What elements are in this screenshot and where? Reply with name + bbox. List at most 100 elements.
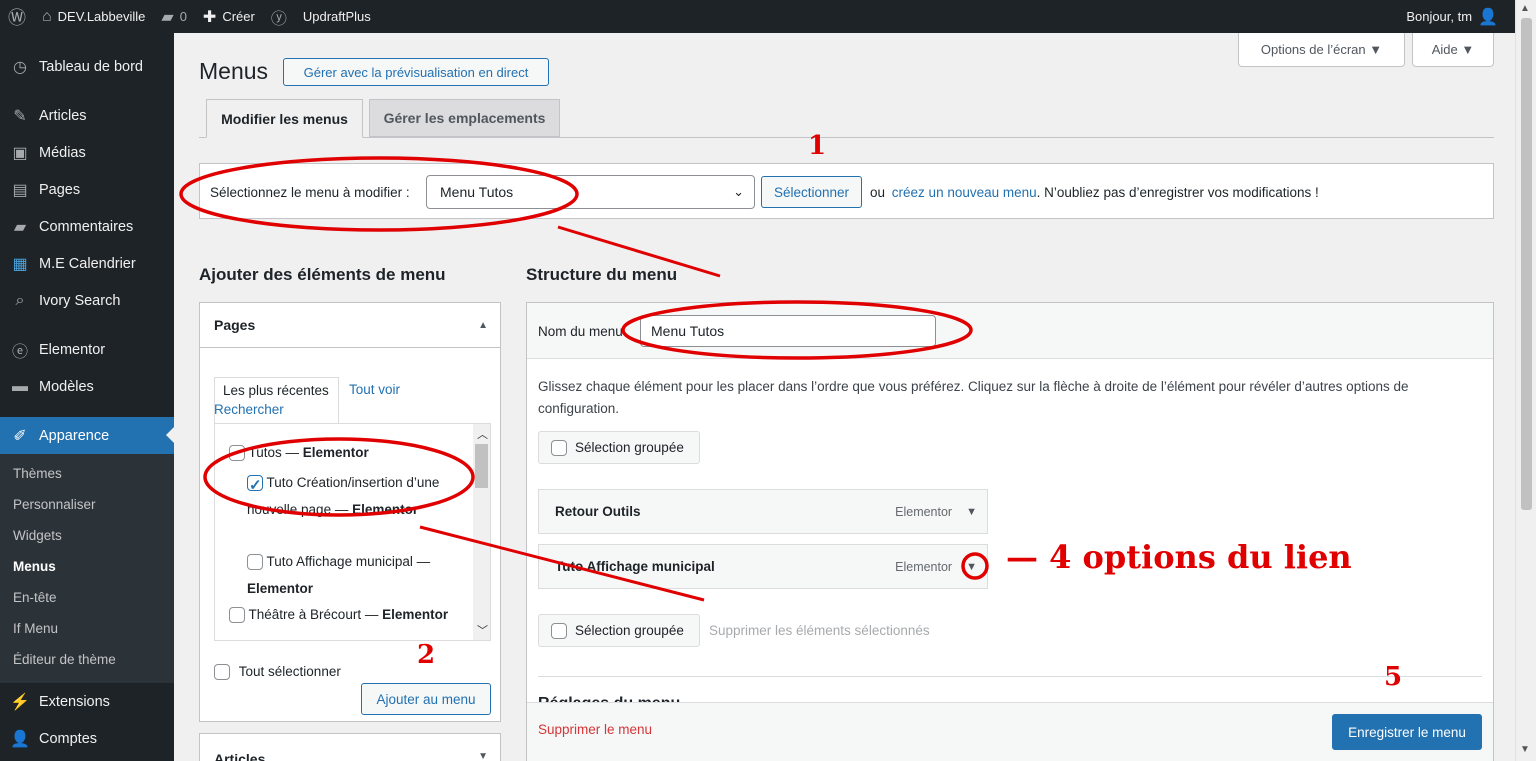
site-name-link[interactable]: ⌂ DEV.Labbeville: [34, 0, 153, 33]
list-item[interactable]: Tuto Création/insertion d’une nouvelle p…: [247, 470, 457, 523]
admin-sidebar: ◷ Tableau de bord ✎ Articles ▣ Médias ▤ Page…: [0, 33, 174, 761]
brush-icon: ✐: [13, 427, 27, 445]
sidebar-item-calendar[interactable]: ▦ M.E Calendrier: [0, 245, 174, 282]
collapse-arrow-icon[interactable]: ▲: [478, 320, 488, 331]
create-new-menu-link[interactable]: créez un nouveau menu: [892, 185, 1037, 200]
delete-menu-link[interactable]: Supprimer le menu: [538, 722, 652, 737]
scrollbar-thumb[interactable]: [475, 444, 488, 488]
menu-item-type: Elementor: [895, 559, 953, 574]
sidebar-item-appearance[interactable]: ✐ Apparence: [0, 417, 174, 454]
menu-select-dropdown[interactable]: Menu Tutos ⌄: [426, 175, 755, 209]
tab-edit-menus[interactable]: Modifier les menus: [206, 99, 363, 138]
sidebar-item-pages[interactable]: ▤ Pages: [0, 171, 174, 208]
select-all-checkbox[interactable]: [214, 664, 230, 681]
submenu-widgets[interactable]: Widgets: [0, 520, 174, 551]
submenu-customize[interactable]: Personnaliser: [0, 489, 174, 520]
menu-name-value: Menu Tutos: [651, 323, 725, 339]
tabs-baseline: [199, 137, 1494, 138]
list-item[interactable]: Théâtre à Brécourt — Elementor: [229, 602, 449, 629]
annotation-options-label: — 4 options du lien: [1006, 538, 1352, 576]
tab-search[interactable]: Rechercher: [214, 402, 284, 417]
sidebar-item-templates[interactable]: ▬ Modèles: [0, 368, 174, 405]
folder-icon: ▬: [12, 377, 28, 395]
checkbox-checked[interactable]: [247, 473, 263, 500]
bulk-select-checkbox[interactable]: [551, 439, 567, 456]
bulk-select-checkbox[interactable]: [551, 622, 567, 639]
select-all-control[interactable]: Tout sélectionner: [214, 664, 341, 681]
sidebar-item-comments[interactable]: ▰ Commentaires: [0, 208, 174, 245]
comments-link[interactable]: ▰ 0: [153, 0, 195, 33]
bulk-select-label: Sélection groupée: [575, 440, 684, 455]
page-scrollbar[interactable]: ▲ ▼: [1515, 0, 1536, 761]
bulk-select-label: Sélection groupée: [575, 623, 684, 638]
sidebar-item-ivory-search[interactable]: ⌕ Ivory Search: [0, 282, 174, 319]
save-menu-button[interactable]: Enregistrer le menu: [1332, 714, 1482, 750]
menu-item-type: Elementor: [895, 504, 953, 519]
pages-metabox-header[interactable]: Pages ▲: [200, 303, 500, 348]
articles-metabox-title: Articles: [214, 751, 266, 761]
sidebar-item-articles[interactable]: ✎ Articles: [0, 97, 174, 134]
expand-arrow-icon[interactable]: ▼: [478, 751, 488, 761]
scroll-up-arrow-icon[interactable]: ︿: [477, 426, 488, 442]
sidebar-item-dashboard[interactable]: ◷ Tableau de bord: [0, 48, 174, 85]
user-icon: 👤: [1478, 8, 1498, 26]
checklist-scrollbar[interactable]: ︿ ﹀: [473, 424, 490, 640]
expand-arrow-icon[interactable]: ▼: [966, 561, 977, 573]
pages-checklist: ︿ ﹀ Tutos — Elementor Tuto Création/inse…: [214, 423, 491, 641]
new-content-link[interactable]: ✚ Créer: [195, 0, 263, 33]
bulk-select-button[interactable]: Sélection groupée: [538, 431, 700, 464]
checkbox[interactable]: [229, 445, 245, 462]
expand-arrow-icon[interactable]: ▼: [966, 506, 977, 518]
user-icon: 👤: [10, 730, 30, 748]
submenu-themes[interactable]: Thèmes: [0, 458, 174, 489]
sidebar-item-media[interactable]: ▣ Médias: [0, 134, 174, 171]
submenu-theme-editor[interactable]: Éditeur de thème: [0, 644, 174, 675]
scroll-down-arrow-icon[interactable]: ﹀: [477, 622, 488, 638]
tab-view-all[interactable]: Tout voir: [349, 382, 400, 397]
select-all-label: Tout sélectionner: [238, 664, 341, 679]
plugin-icon: ⚡: [10, 693, 30, 711]
yoast-icon[interactable]: ⓨ: [263, 0, 295, 33]
search-icon: ⌕: [15, 291, 25, 309]
dashboard-icon: ◷: [13, 58, 27, 76]
menu-name-input[interactable]: Menu Tutos: [640, 315, 936, 347]
list-item[interactable]: Tuto Affichage municipal — Elementor: [247, 549, 457, 602]
screen-options-button[interactable]: Options de l’écran ▼: [1238, 33, 1405, 67]
scroll-up-arrow-icon[interactable]: ▲: [1520, 3, 1530, 14]
annotation-number-2: 2: [417, 640, 436, 670]
checkbox[interactable]: [229, 607, 245, 624]
delete-selected-link[interactable]: Supprimer les éléments sélectionnés: [709, 623, 930, 638]
wordpress-logo-icon[interactable]: Ⓦ: [0, 0, 34, 33]
annotation-number-1: 1: [808, 131, 827, 161]
sidebar-item-accounts[interactable]: 👤 Comptes: [0, 720, 174, 757]
articles-metabox[interactable]: Articles ▼: [199, 733, 501, 761]
menu-item[interactable]: Tuto Affichage municipal Elementor ▼: [538, 544, 988, 589]
submenu-header[interactable]: En-tête: [0, 582, 174, 613]
live-preview-button[interactable]: Gérer avec la prévisualisation en direct: [283, 58, 549, 86]
menu-settings-heading: Réglages du menu: [538, 694, 938, 702]
checkbox[interactable]: [247, 554, 263, 571]
list-item[interactable]: Tutos — Elementor: [229, 445, 469, 462]
media-icon: ▣: [12, 144, 28, 162]
sidebar-item-extensions[interactable]: ⚡ Extensions: [0, 683, 174, 720]
add-to-menu-button[interactable]: Ajouter au menu: [361, 683, 491, 715]
updraftplus-link[interactable]: UpdraftPlus: [295, 0, 379, 33]
menu-item[interactable]: Retour Outils Elementor ▼: [538, 489, 988, 534]
scroll-down-arrow-icon[interactable]: ▼: [1520, 744, 1530, 755]
bulk-select-button[interactable]: Sélection groupée: [538, 614, 700, 647]
scrollbar-thumb[interactable]: [1521, 18, 1532, 510]
submenu-menus[interactable]: Menus: [0, 551, 174, 582]
help-button[interactable]: Aide ▼: [1412, 33, 1494, 67]
divider: [538, 676, 1482, 677]
tab-manage-locations[interactable]: Gérer les emplacements: [369, 99, 560, 137]
appearance-submenu: Thèmes Personnaliser Widgets Menus En-tê…: [0, 454, 174, 683]
menu-select-value: Menu Tutos: [440, 184, 514, 200]
sidebar-item-elementor[interactable]: ⓔ Elementor: [0, 331, 174, 368]
select-menu-button[interactable]: Sélectionner: [761, 176, 862, 208]
save-reminder-text: . N’oubliez pas d’enregistrer vos modifi…: [1036, 185, 1319, 200]
account-menu[interactable]: Bonjour, tm 👤: [1398, 0, 1506, 33]
pin-icon: ✎: [13, 107, 27, 125]
pages-icon: ▤: [12, 181, 28, 199]
comment-icon: ▰: [161, 8, 174, 26]
submenu-if-menu[interactable]: If Menu: [0, 613, 174, 644]
